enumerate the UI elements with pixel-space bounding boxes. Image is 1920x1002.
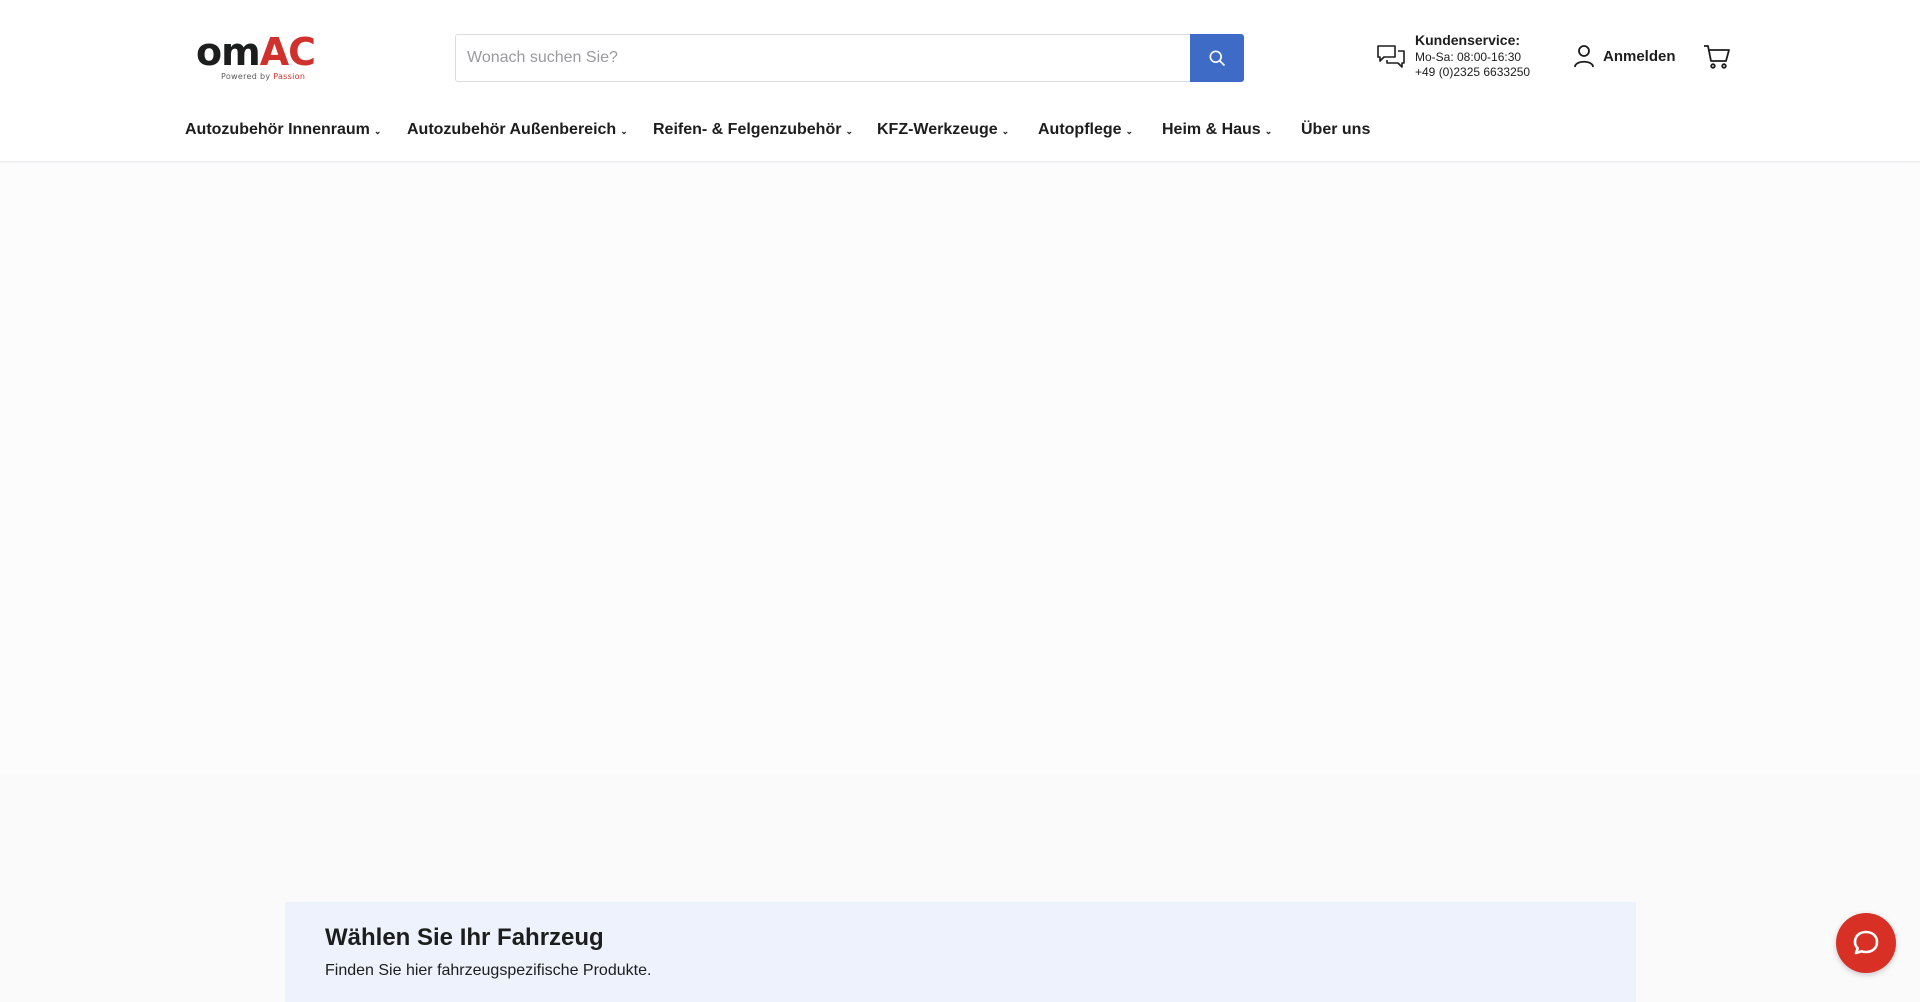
vehicle-selector-subtitle: Finden Sie hier fahrzeugspezifische Prod… [325,962,652,979]
site-header: omAC Powered by Passion Kundenservice: M… [0,0,1920,162]
chevron-down-icon: ⌄ [1001,126,1010,136]
main-nav: Autozubehör Innenraum ⌄ Autozubehör Auße… [185,121,1370,139]
user-icon [1574,45,1594,68]
chat-icon [1853,930,1879,955]
login-label: Anmelden [1603,47,1676,65]
search-icon [1209,50,1226,67]
nav-item-tools[interactable]: KFZ-Werkzeuge ⌄ [877,121,1038,139]
login-link[interactable]: Anmelden [1573,44,1676,68]
logo[interactable]: omAC Powered by Passion [196,30,328,81]
chat-widget-button[interactable] [1836,913,1896,973]
cart-button[interactable] [1703,44,1731,74]
nav-item-interior[interactable]: Autozubehör Innenraum ⌄ [185,121,407,139]
search-form [455,34,1244,82]
nav-item-about[interactable]: Über uns [1301,121,1370,139]
search-input[interactable] [456,35,1190,81]
nav-item-home[interactable]: Heim & Haus ⌄ [1162,121,1301,139]
nav-item-car-care[interactable]: Autopflege ⌄ [1038,121,1162,139]
vehicle-selector-title: Wählen Sie Ihr Fahrzeug [325,924,604,951]
nav-item-tires-rims[interactable]: Reifen- & Felgenzubehör ⌄ [653,121,877,139]
chevron-down-icon: ⌄ [620,126,628,136]
nav-item-exterior[interactable]: Autozubehör Außenbereich ⌄ [407,121,653,139]
cart-icon [1704,45,1730,69]
chat-bubbles-icon [1377,45,1405,68]
search-button[interactable] [1190,34,1244,82]
customer-service[interactable]: Kundenservice: Mo-Sa: 08:00-16:30 +49 (0… [1376,33,1530,80]
vehicle-selector: Wählen Sie Ihr Fahrzeug Finden Sie hier … [285,902,1636,1002]
logo-wordmark: omAC [196,30,316,74]
chevron-down-icon: ⌄ [1125,126,1134,136]
service-phone[interactable]: +49 (0)2325 6633250 [1415,65,1530,80]
hero-banner [0,163,1920,773]
service-hours: Mo-Sa: 08:00-16:30 [1415,50,1522,64]
chevron-down-icon: ⌄ [845,126,853,136]
chevron-down-icon: ⌄ [373,126,382,136]
service-title: Kundenservice: [1415,32,1521,48]
chevron-down-icon: ⌄ [1264,126,1273,136]
